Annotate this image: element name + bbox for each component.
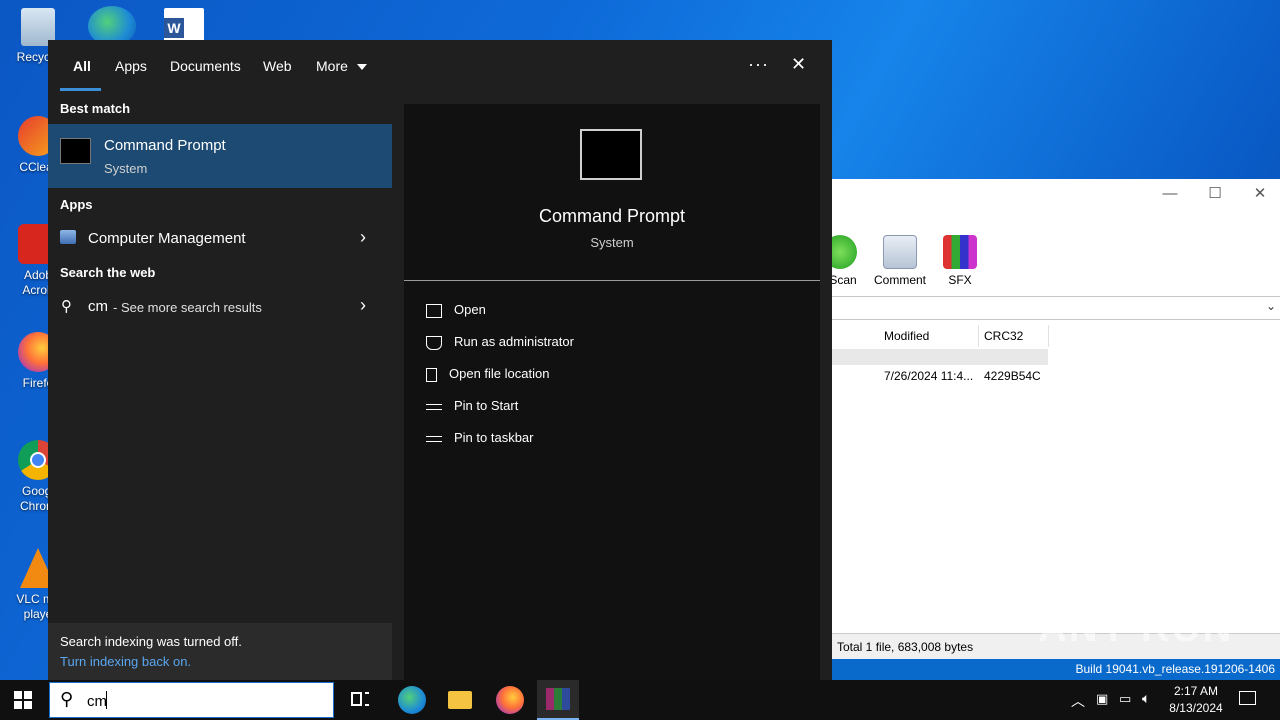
notifications-icon[interactable] <box>1239 691 1256 705</box>
edge-taskbar-icon[interactable] <box>398 686 426 714</box>
winrar-taskbar-button[interactable] <box>537 680 579 720</box>
best-match-heading: Best match <box>60 101 131 116</box>
toolbar-label: SFX <box>948 273 972 287</box>
file-explorer-icon[interactable] <box>448 691 472 709</box>
command-prompt-large-icon <box>580 129 642 180</box>
chevron-right-icon[interactable]: › <box>360 227 366 248</box>
active-tab-indicator <box>60 88 101 91</box>
text-cursor <box>106 691 107 709</box>
action-pin-to-start[interactable]: Pin to Start <box>426 390 806 422</box>
toolbar-comment-button[interactable]: Comment <box>870 235 930 287</box>
caret-down-icon <box>356 64 367 71</box>
best-match-title: Command Prompt <box>104 137 226 154</box>
chevron-right-icon[interactable]: › <box>360 295 366 316</box>
search-icon: ⚲ <box>60 689 74 709</box>
search-web-heading: Search the web <box>60 265 156 280</box>
close-window-button[interactable]: ✕ <box>1238 183 1280 205</box>
action-run-as-admin[interactable]: Run as administrator <box>426 326 806 358</box>
app-item-label: Computer Management <box>88 230 246 247</box>
minimize-button[interactable]: — <box>1148 183 1192 205</box>
build-text: Build 19041.vb_release.191206-1406 <box>1075 662 1276 676</box>
indexing-notice: Search indexing was turned off. Turn ind… <box>48 623 392 680</box>
action-label: Pin to taskbar <box>454 430 534 445</box>
tab-web[interactable]: Web <box>263 58 292 74</box>
task-view-icon[interactable] <box>349 690 371 710</box>
preview-title: Command Prompt <box>538 206 686 226</box>
web-suffix: - See more search results <box>113 300 262 315</box>
preview-pane: Command Prompt System Open Run as admini… <box>404 104 820 680</box>
clock-time: 2:17 AM <box>1173 684 1219 698</box>
best-match-item[interactable]: Command Prompt System <box>48 124 392 188</box>
file-crc: 4229B54C <box>984 369 1041 383</box>
clock-date: 8/13/2024 <box>1169 701 1223 715</box>
search-flyout: All Apps Documents Web More ··· ✕ Best m… <box>48 40 832 680</box>
build-info: Build 19041.vb_release.191206-1406 <box>832 659 1280 680</box>
pin-icon <box>426 435 442 442</box>
action-label: Pin to Start <box>454 398 519 413</box>
address-bar[interactable]: ⌄ <box>832 296 1280 320</box>
windows-start-icon[interactable] <box>14 691 32 709</box>
sfx-icon <box>943 235 977 269</box>
search-tabs: All Apps Documents Web More ··· ✕ <box>48 40 832 92</box>
volume-icon[interactable]: 🔈︎ <box>1142 690 1150 707</box>
search-icon: ⚲ <box>61 298 72 315</box>
action-label: Run as administrator <box>454 334 574 349</box>
tab-documents[interactable]: Documents <box>170 58 241 74</box>
tab-more-label: More <box>316 58 348 74</box>
search-input[interactable]: cm <box>87 693 107 710</box>
action-label: Open file location <box>449 366 550 381</box>
column-modified[interactable]: Modified <box>878 325 979 347</box>
tab-all[interactable]: All <box>73 58 91 74</box>
file-modified: 7/26/2024 11:4... <box>884 369 974 383</box>
winrar-window: — ☐ ✕ sScan Comment SFX ⌄ Modified CRC32… <box>823 179 1280 680</box>
toolbar-sfx-button[interactable]: SFX <box>930 235 990 287</box>
chevron-up-icon[interactable]: ︿ <box>1071 691 1085 711</box>
preview-subtitle: System <box>590 235 634 250</box>
app-item-computer-management[interactable]: Computer Management › <box>48 222 392 254</box>
toolbar-label: Comment <box>873 273 926 287</box>
web-search-item[interactable]: ⚲ cm - See more search results › <box>48 290 392 322</box>
action-pin-to-taskbar[interactable]: Pin to taskbar <box>426 422 806 454</box>
word-icon: W <box>164 18 184 38</box>
tab-more[interactable]: More <box>316 58 367 74</box>
open-icon <box>426 303 442 318</box>
winrar-icon <box>546 688 570 710</box>
column-crc32[interactable]: CRC32 <box>978 325 1049 347</box>
more-options-icon[interactable]: ··· <box>748 54 769 75</box>
shield-icon <box>426 335 442 350</box>
action-open[interactable]: Open <box>426 294 806 326</box>
action-open-file-location[interactable]: Open file location <box>426 358 806 390</box>
apps-heading: Apps <box>60 197 93 212</box>
pin-icon <box>426 403 442 410</box>
firefox-taskbar-icon[interactable] <box>496 686 524 714</box>
tab-apps[interactable]: Apps <box>115 58 147 74</box>
computer-management-icon <box>60 230 76 244</box>
status-text: Total 1 file, 683,008 bytes <box>837 640 974 654</box>
parent-folder-row[interactable] <box>832 349 1048 365</box>
chevron-down-icon[interactable]: ⌄ <box>1266 299 1276 313</box>
action-label: Open <box>454 302 486 317</box>
close-icon[interactable]: ✕ <box>791 54 806 75</box>
network-icon[interactable]: ▭ <box>1119 691 1131 707</box>
watermark: ANY RUN <box>1038 606 1234 650</box>
divider <box>404 280 820 281</box>
clock[interactable]: 2:17 AM 8/13/2024 <box>1166 684 1226 715</box>
meet-now-icon[interactable]: ▣ <box>1096 691 1108 707</box>
indexing-link[interactable]: Turn indexing back on. <box>60 654 191 669</box>
command-prompt-icon <box>60 138 91 164</box>
maximize-button[interactable]: ☐ <box>1193 183 1237 205</box>
best-match-subtitle: System <box>104 161 148 176</box>
file-icon <box>426 367 437 382</box>
indexing-message: Search indexing was turned off. <box>60 634 242 649</box>
comment-icon <box>883 235 917 269</box>
word-desktop-icon[interactable]: W <box>164 8 204 44</box>
taskbar-search-box[interactable]: ⚲ cm <box>49 682 334 718</box>
web-query: cm <box>88 298 108 315</box>
